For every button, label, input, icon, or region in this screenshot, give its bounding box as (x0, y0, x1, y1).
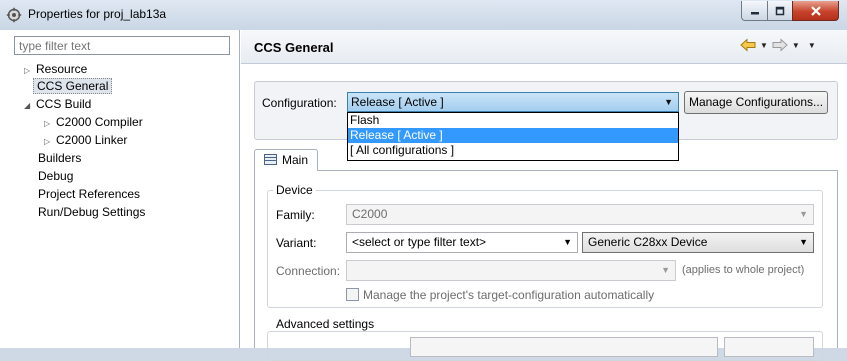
close-icon (810, 5, 821, 16)
tree-item-label: Resource (36, 62, 88, 76)
manage-target-config-label: Manage the project's target-configuratio… (363, 288, 655, 302)
configuration-select[interactable]: Release [ Active ] ▼ (347, 92, 679, 112)
page-navigation: ▼ ▼ ▼ (740, 38, 816, 52)
page-title: CCS General (254, 40, 334, 55)
advanced-settings-title: Advanced settings (273, 317, 378, 331)
advanced-button[interactable] (724, 337, 814, 357)
manage-configurations-button[interactable]: Manage Configurations... (684, 91, 828, 114)
variant-filter-text: <select or type filter text> (352, 235, 487, 249)
dropdown-arrow-icon: ▼ (799, 237, 808, 247)
dropdown-arrow-icon: ▼ (563, 237, 572, 247)
tree-item-label: Run/Debug Settings (38, 205, 146, 219)
collapse-arrow-icon[interactable]: ◢ (24, 97, 36, 114)
tree-item-project-references[interactable]: Project References (38, 186, 140, 203)
expand-arrow-icon[interactable]: ▷ (24, 62, 36, 79)
tree-item-label: C2000 Linker (56, 133, 128, 147)
tree-item-ccs-build[interactable]: ◢ CCS Build (24, 96, 91, 113)
variant-device-value: Generic C28xx Device (588, 235, 708, 249)
tree-item-label: Builders (38, 151, 82, 165)
tree-item-builders[interactable]: Builders (38, 150, 81, 167)
advanced-field[interactable] (410, 337, 718, 357)
tree-item-label: Debug (38, 169, 74, 183)
manage-target-config-checkbox[interactable] (346, 288, 359, 301)
variant-filter-combo[interactable]: <select or type filter text> ▼ (346, 232, 578, 253)
connection-label: Connection: (276, 264, 341, 278)
properties-gear-icon (6, 7, 22, 23)
tree-item-label: Project References (38, 187, 141, 201)
maximize-icon (775, 6, 785, 15)
connection-select: ▼ (346, 260, 676, 281)
back-history-dropdown-icon[interactable]: ▼ (760, 41, 768, 50)
variant-device-select[interactable]: Generic C28xx Device ▼ (582, 232, 814, 253)
tab-main[interactable]: Main (254, 149, 318, 171)
tree-item-label: C2000 Compiler (56, 115, 143, 129)
expand-arrow-icon[interactable]: ▷ (44, 115, 56, 132)
expand-arrow-icon[interactable]: ▷ (44, 133, 56, 150)
variant-label: Variant: (276, 236, 317, 250)
tab-window-icon (264, 154, 277, 166)
configuration-selected-value: Release [ Active ] (351, 95, 444, 109)
family-select: C2000 ▼ (346, 204, 814, 225)
close-button[interactable] (792, 1, 839, 21)
tree-item-ccs-general[interactable]: CCS General (33, 78, 113, 95)
maximize-button[interactable] (767, 1, 793, 21)
tree-item-resource[interactable]: ▷ Resource (24, 61, 87, 78)
tree-item-label: CCS Build (36, 97, 92, 111)
minimize-icon (750, 11, 759, 14)
dropdown-arrow-icon: ▼ (664, 97, 673, 107)
tree-item-c2000-linker[interactable]: ▷ C2000 Linker (44, 132, 127, 149)
configuration-option-release[interactable]: Release [ Active ] (348, 128, 678, 143)
configuration-label: Configuration: (262, 96, 337, 110)
configuration-option-all[interactable]: [ All configurations ] (348, 143, 678, 158)
tree-item-run-debug-settings[interactable]: Run/Debug Settings (38, 204, 145, 221)
connection-note: (applies to whole project) (682, 264, 805, 276)
forward-arrow-icon[interactable] (772, 38, 788, 52)
family-value: C2000 (352, 207, 388, 221)
configuration-dropdown-list: Flash Release [ Active ] [ All configura… (347, 112, 679, 161)
filter-input[interactable] (14, 36, 230, 55)
tree-item-debug[interactable]: Debug (38, 168, 73, 185)
configuration-option-flash[interactable]: Flash (348, 113, 678, 128)
forward-history-dropdown-icon[interactable]: ▼ (792, 41, 800, 50)
tree-item-c2000-compiler[interactable]: ▷ C2000 Compiler (44, 114, 143, 131)
dropdown-arrow-icon: ▼ (799, 209, 808, 219)
family-label: Family: (276, 208, 315, 222)
back-arrow-icon[interactable] (740, 38, 756, 52)
window-title: Properties for proj_lab13a (28, 7, 167, 21)
view-menu-icon[interactable]: ▼ (808, 41, 816, 50)
tree-item-label: CCS General (33, 78, 113, 94)
tab-main-label: Main (282, 153, 309, 167)
dropdown-arrow-icon: ▼ (661, 265, 670, 275)
device-group-title: Device (273, 183, 316, 197)
minimize-button[interactable] (741, 1, 768, 21)
